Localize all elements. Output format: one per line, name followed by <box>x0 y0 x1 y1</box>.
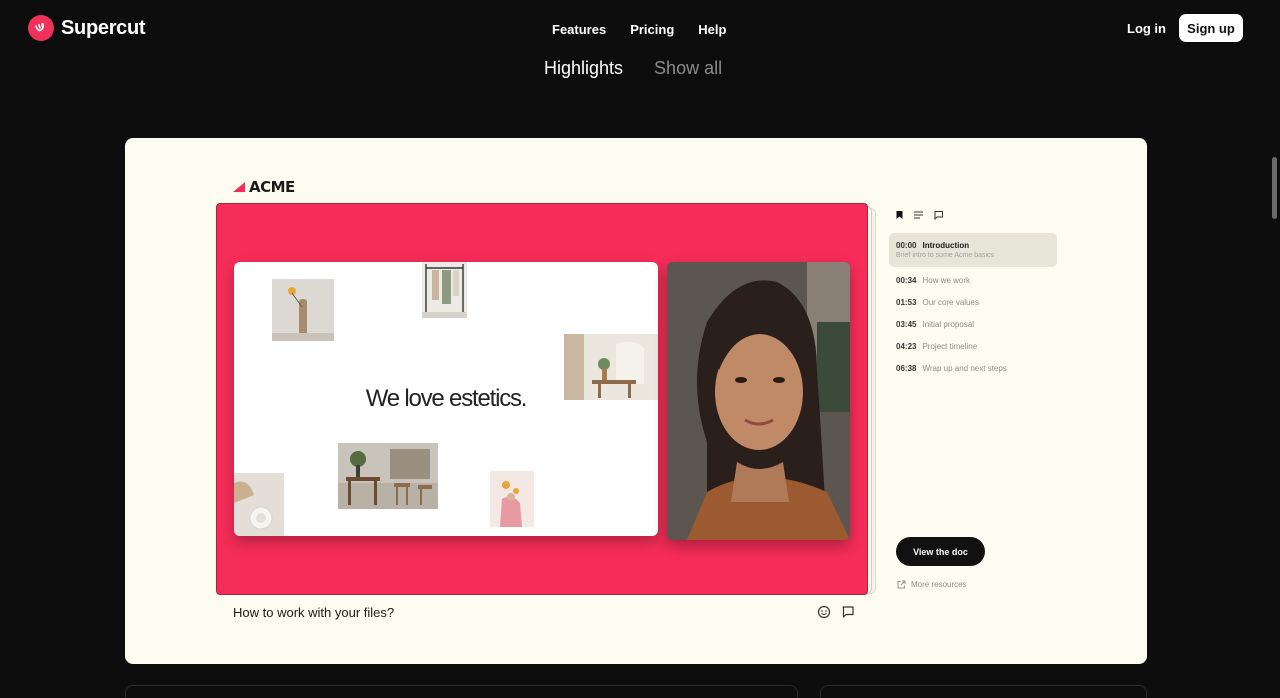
nav-features[interactable]: Features <box>552 22 606 37</box>
chapter-label: Project timeline <box>922 341 978 351</box>
chapter-item[interactable]: 00:34 How we work <box>889 269 1057 291</box>
comments-tab-icon[interactable] <box>933 210 944 220</box>
chapter-label: Our core values <box>922 297 979 307</box>
video-caption: How to work with your files? <box>233 605 395 620</box>
transcript-icon[interactable] <box>913 210 924 220</box>
chapter-item-introduction[interactable]: 00:00 Introduction Brief intro to some A… <box>889 233 1057 267</box>
chapter-time: 06:38 <box>896 363 917 373</box>
demo-card: ACME We love estetics. How to work with … <box>125 138 1147 664</box>
presenter-camera <box>667 262 850 540</box>
tab-show-all[interactable]: Show all <box>654 58 722 79</box>
chapter-label: How we work <box>922 275 971 285</box>
panel-tabs <box>895 210 944 220</box>
emoji-reaction-icon[interactable] <box>817 605 831 619</box>
presenter-portrait <box>667 262 850 540</box>
video-caption-row: How to work with your files? <box>233 605 855 625</box>
next-card-right <box>820 685 1147 698</box>
chapter-list: 00:00 Introduction Brief intro to some A… <box>889 233 1057 379</box>
slide-photo-vase-white <box>234 473 284 536</box>
brand-logo[interactable]: Supercut <box>28 15 146 41</box>
slide-photo-table <box>338 443 438 509</box>
chapter-label: Introduction <box>922 241 970 250</box>
external-link-icon <box>897 580 906 589</box>
nav-pricing[interactable]: Pricing <box>630 22 674 37</box>
tabs: Highlights Show all <box>544 58 722 79</box>
video-player[interactable]: We love estetics. <box>216 203 868 595</box>
more-resources-label: More resources <box>911 580 967 589</box>
chapter-time: 04:23 <box>896 341 917 351</box>
chapter-time: 00:34 <box>896 275 917 285</box>
more-resources-link[interactable]: More resources <box>897 580 967 589</box>
presentation-slide: We love estetics. <box>234 262 658 536</box>
slide-photo-vase <box>272 279 334 341</box>
brand-name: Supercut <box>61 16 146 39</box>
top-nav: Supercut Features Pricing Help Log in Si… <box>0 0 1280 58</box>
supercut-logo-icon <box>28 15 54 41</box>
scrollbar-thumb[interactable] <box>1272 157 1277 219</box>
slide-title: We love estetics. <box>365 385 528 412</box>
chapter-description: Brief intro to some Acme basics <box>896 252 995 259</box>
slide-photo-rack <box>422 262 467 318</box>
chapter-item[interactable]: 04:23 Project timeline <box>889 335 1057 357</box>
chapter-item[interactable]: 03:45 Initial proposal <box>889 313 1057 335</box>
chapter-time: 03:45 <box>896 319 917 329</box>
signup-button[interactable]: Sign up <box>1179 14 1243 42</box>
acme-logo-icon <box>233 182 245 192</box>
next-card-left <box>125 685 798 698</box>
caption-actions <box>817 605 855 619</box>
nav-help[interactable]: Help <box>698 22 726 37</box>
view-doc-button[interactable]: View the doc <box>896 537 985 566</box>
comment-icon[interactable] <box>841 605 855 619</box>
chapter-item[interactable]: 01:53 Our core values <box>889 291 1057 313</box>
login-link[interactable]: Log in <box>1127 21 1166 36</box>
slide-photo-flowers <box>490 471 534 527</box>
acme-logo-text: ACME <box>249 178 295 196</box>
tab-highlights[interactable]: Highlights <box>544 58 623 79</box>
chapter-label: Initial proposal <box>922 319 975 329</box>
chapter-item[interactable]: 06:38 Wrap up and next steps <box>889 357 1057 379</box>
acme-logo: ACME <box>233 178 295 196</box>
bookmark-icon[interactable] <box>895 210 904 220</box>
nav-links: Features Pricing Help <box>552 22 726 37</box>
chapter-time: 00:00 <box>896 241 917 250</box>
chapter-label: Wrap up and next steps <box>922 363 1007 373</box>
chapter-time: 01:53 <box>896 297 917 307</box>
